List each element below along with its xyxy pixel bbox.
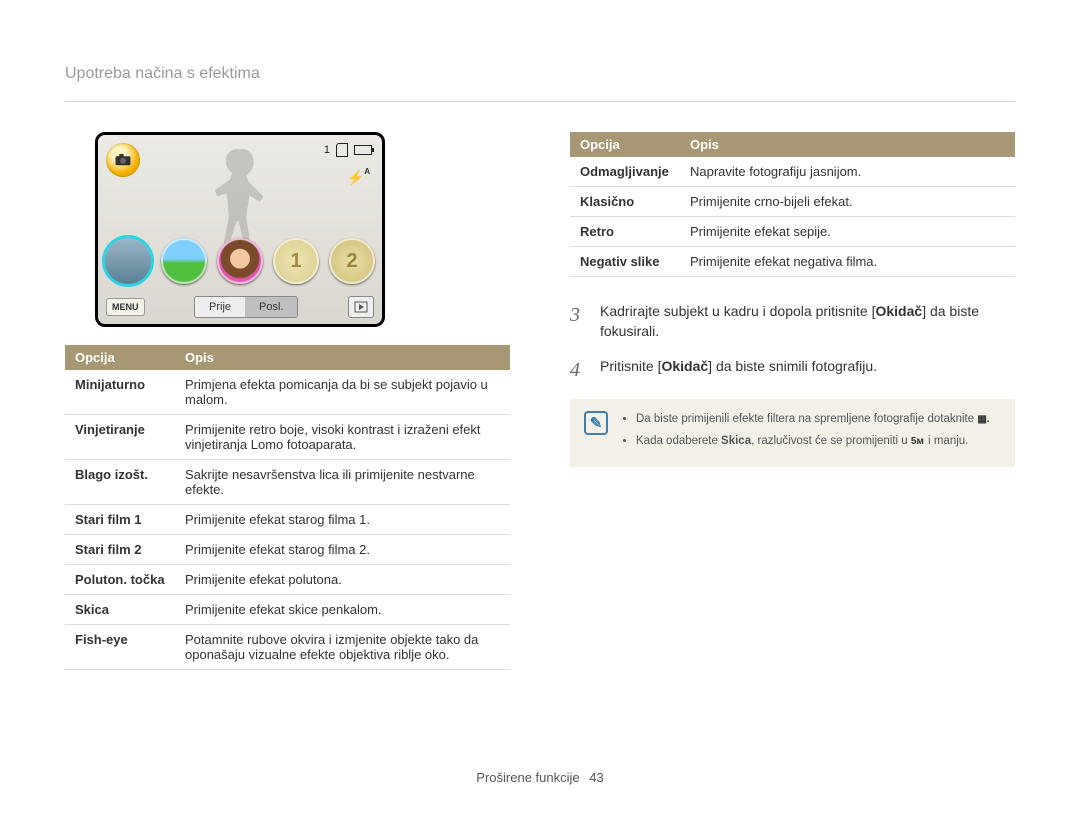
resolution-glyph: 5ᴍ (911, 435, 925, 447)
key-label: Okidač (875, 303, 922, 319)
after-label: Posl. (245, 297, 297, 317)
thumb-5[interactable]: 2 (329, 238, 375, 284)
th-option: Opcija (65, 345, 175, 370)
step-number: 4 (570, 356, 588, 385)
flash-mode: ᴬ (364, 167, 370, 180)
option-desc: Primijenite efekat skice penkalom. (175, 595, 510, 625)
footer-section: Proširene funkcije (476, 770, 579, 785)
table-row: Fish-eyePotamnite rubove okvira i izmjen… (65, 625, 510, 670)
option-desc: Potamnite rubove okvira i izmjenite obje… (175, 625, 510, 670)
table-row: RetroPrimijenite efekat sepije. (570, 217, 1015, 247)
battery-icon (354, 145, 372, 155)
menu-button[interactable]: MENU (106, 298, 145, 316)
option-name: Poluton. točka (65, 565, 175, 595)
table-row: Negativ slikePrimijenite efekat negativa… (570, 247, 1015, 277)
t: Pritisnite [ (600, 358, 661, 374)
shot-count: 1 (324, 144, 330, 156)
option-name: Fish-eye (65, 625, 175, 670)
option-desc: Primjena efekta pomicanja da bi se subje… (175, 370, 510, 415)
table-row: OdmagljivanjeNapravite fotografiju jasni… (570, 157, 1015, 187)
option-desc: Primijenite crno-bijeli efekat. (680, 187, 1015, 217)
t: Skica (721, 435, 751, 447)
th-option: Opcija (570, 132, 680, 157)
table-row: Poluton. točkaPrimijenite efekat poluton… (65, 565, 510, 595)
option-desc: Primijenite efekat starog filma 1. (175, 505, 510, 535)
option-name: Minijaturno (65, 370, 175, 415)
option-desc: Primijenite retro boje, visoki kontrast … (175, 415, 510, 460)
page-title: Upotreba načina s efektima (65, 65, 1015, 83)
options-table-left: Opcija Opis MinijaturnoPrimjena efekta p… (65, 345, 510, 670)
status-row: 1 (324, 143, 372, 157)
t: Kadrirajte subjekt u kadru i dopola prit… (600, 303, 875, 319)
t: ] da biste snimili fotografiju. (708, 358, 877, 374)
table-row: MinijaturnoPrimjena efekta pomicanja da … (65, 370, 510, 415)
note-box: ✎ Da biste primijenili efekte filtera na… (570, 399, 1015, 467)
t: , razlučivost će se promijeniti u (751, 435, 911, 447)
note-icon: ✎ (584, 411, 608, 435)
thumb-4[interactable]: 1 (273, 238, 319, 284)
thumb-selected[interactable] (105, 238, 151, 284)
camera-mode-icon (106, 143, 140, 177)
note-item: Da biste primijenili efekte filtera na s… (636, 411, 991, 427)
sd-icon (336, 143, 348, 157)
th-desc: Opis (175, 345, 510, 370)
option-desc: Primijenite efekat polutona. (175, 565, 510, 595)
table-row: Stari film 2Primijenite efekat starog fi… (65, 535, 510, 565)
step-3: 3 Kadrirajte subjekt u kadru i dopola pr… (570, 301, 1015, 342)
step-number: 3 (570, 301, 588, 342)
thumb-3[interactable] (217, 238, 263, 284)
option-desc: Primijenite efekat sepije. (680, 217, 1015, 247)
table-row: KlasičnoPrimijenite crno-bijeli efekat. (570, 187, 1015, 217)
option-desc: Sakrijte nesavršenstva lica ili primijen… (175, 460, 510, 505)
options-table-right: Opcija Opis OdmagljivanjeNapravite fotog… (570, 132, 1015, 277)
before-label: Prije (195, 297, 245, 317)
flash-icon: ⚡ᴬ (347, 167, 370, 187)
step-text: Kadrirajte subjekt u kadru i dopola prit… (600, 301, 1015, 342)
option-name: Vinjetiranje (65, 415, 175, 460)
option-desc: Primijenite efekat starog filma 2. (175, 535, 510, 565)
t: Da biste primijenili efekte filtera na s… (636, 413, 977, 425)
gallery-glyph: ▦. (977, 413, 991, 425)
table-row: Stari film 1Primijenite efekat starog fi… (65, 505, 510, 535)
option-name: Odmagljivanje (570, 157, 680, 187)
option-desc: Primijenite efekat negativa filma. (680, 247, 1015, 277)
playback-button[interactable] (348, 296, 374, 318)
t: i manju. (925, 435, 968, 447)
step-text: Pritisnite [Okidač] da biste snimili fot… (600, 356, 877, 385)
effect-thumbnails: 1 2 (98, 238, 382, 284)
option-name: Stari film 1 (65, 505, 175, 535)
option-name: Stari film 2 (65, 535, 175, 565)
option-name: Blago izošt. (65, 460, 175, 505)
option-name: Skica (65, 595, 175, 625)
footer: Proširene funkcije 43 (0, 770, 1080, 785)
option-name: Negativ slike (570, 247, 680, 277)
note-item: Kada odaberete Skica, razlučivost će se … (636, 433, 991, 449)
step-4: 4 Pritisnite [Okidač] da biste snimili f… (570, 356, 1015, 385)
thumb-2[interactable] (161, 238, 207, 284)
camera-preview: 1 ⚡ᴬ 1 2 MENU Prije Posl. (95, 132, 385, 327)
option-name: Klasično (570, 187, 680, 217)
th-desc: Opis (680, 132, 1015, 157)
option-desc: Napravite fotografiju jasnijom. (680, 157, 1015, 187)
table-row: VinjetiranjePrimijenite retro boje, viso… (65, 415, 510, 460)
t: Kada odaberete (636, 435, 721, 447)
note-list: Da biste primijenili efekte filtera na s… (622, 411, 991, 455)
key-label: Okidač (661, 358, 708, 374)
option-name: Retro (570, 217, 680, 247)
divider (65, 101, 1015, 102)
before-after-toggle[interactable]: Prije Posl. (194, 296, 298, 318)
table-row: Blago izošt.Sakrijte nesavršenstva lica … (65, 460, 510, 505)
page-number: 43 (589, 770, 603, 785)
table-row: SkicaPrimijenite efekat skice penkalom. (65, 595, 510, 625)
